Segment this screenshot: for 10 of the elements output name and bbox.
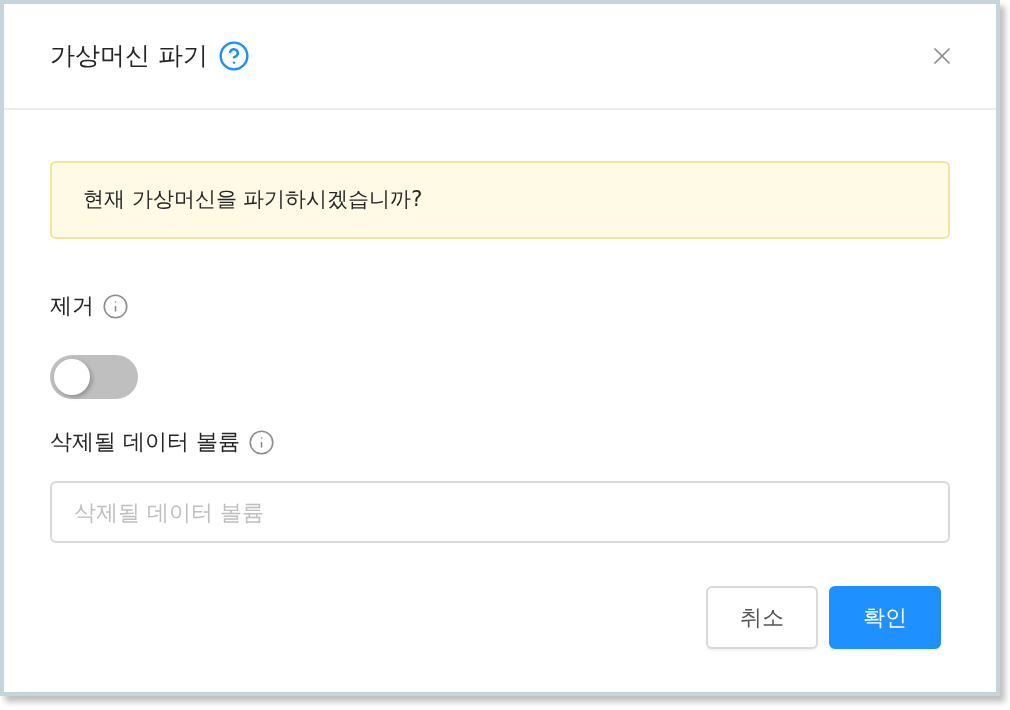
info-icon[interactable] — [248, 428, 275, 456]
warning-text: 현재 가상머신을 파기하시겠습니까? — [83, 186, 423, 214]
input-field[interactable]: 삭제될 데이터 볼륨 — [50, 481, 950, 543]
dialog-title: 가상머신 파기 — [50, 40, 208, 72]
help-icon[interactable] — [217, 40, 250, 72]
toggle-switch[interactable] — [50, 355, 138, 399]
field-label: 제거 — [50, 292, 94, 320]
field-label: 삭제될 데이터 볼륨 — [50, 428, 240, 456]
cancel-button[interactable]: 취소 — [706, 586, 818, 649]
info-icon[interactable] — [102, 292, 129, 320]
